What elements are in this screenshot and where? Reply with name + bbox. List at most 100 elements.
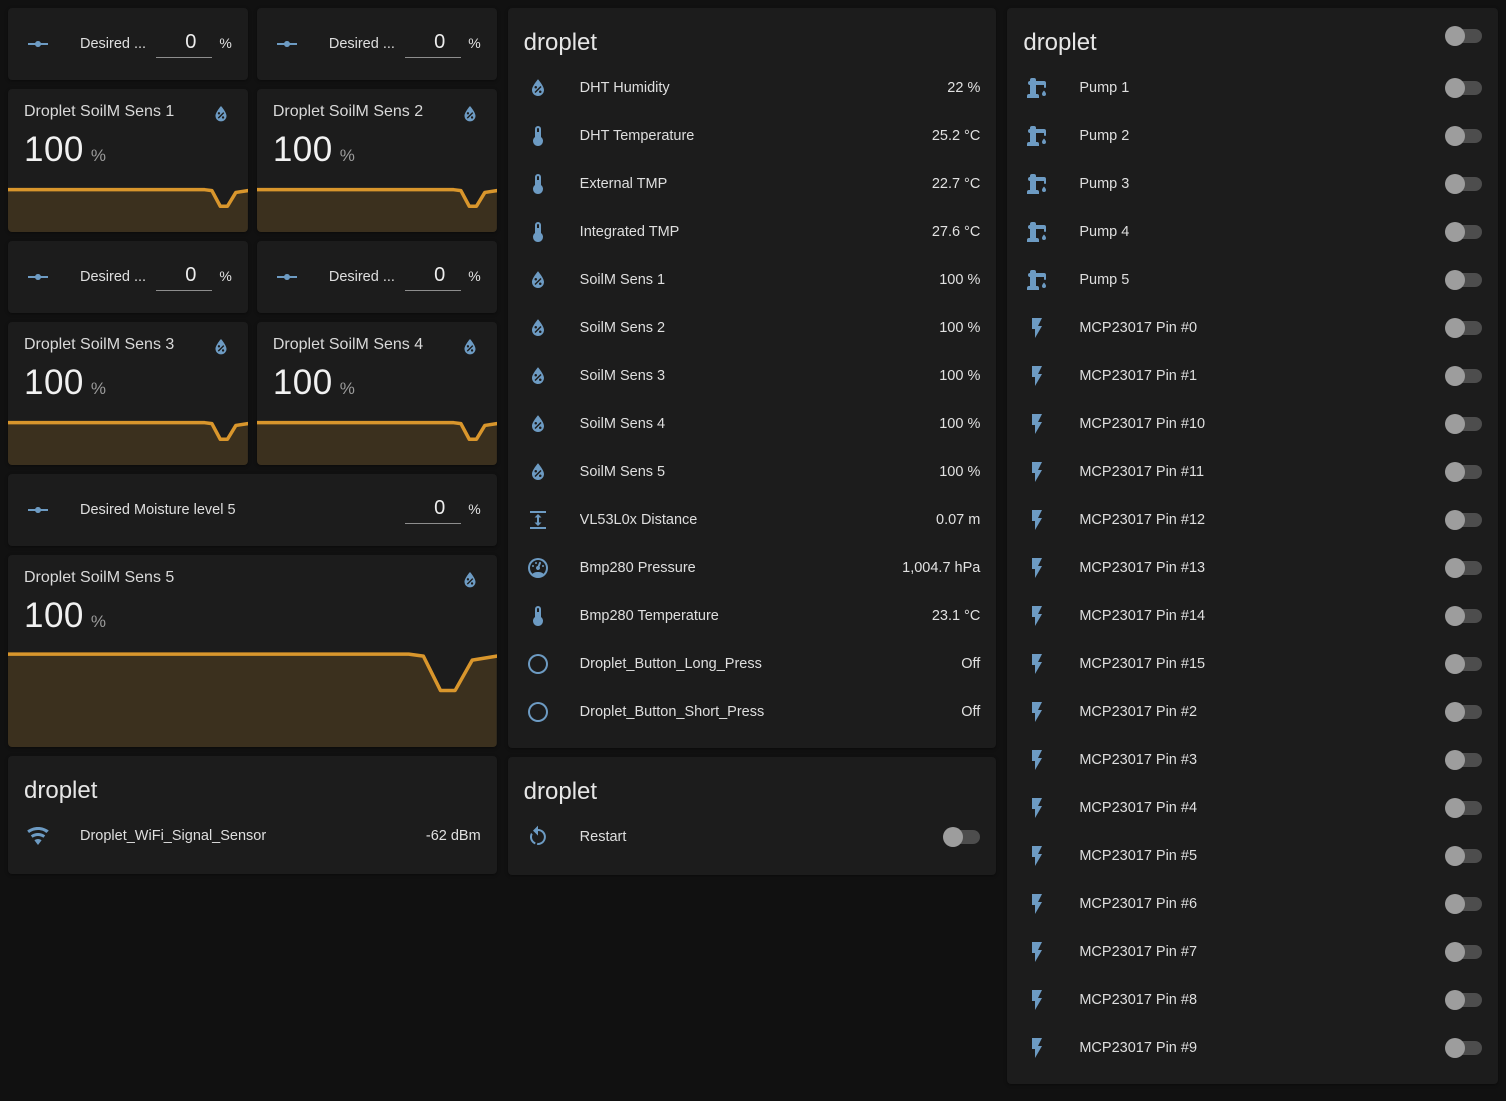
- toggle-switch[interactable]: [1445, 990, 1482, 1010]
- sensor-row-2: Droplet SoilM Sens 3 100 % Droplet SoilM…: [8, 322, 497, 465]
- entity-row: SoilM Sens 1 100 %: [508, 256, 997, 304]
- switch-icon: [1023, 844, 1063, 868]
- soil-sensor-card-2[interactable]: Droplet SoilM Sens 2 100 %: [257, 89, 497, 232]
- entity-label[interactable]: Restart: [580, 829, 932, 845]
- entity-label[interactable]: Desired Moisture level 5: [80, 502, 397, 518]
- desired-moisture-input-1[interactable]: [156, 31, 212, 58]
- unit-label: %: [219, 268, 231, 284]
- switch-row: MCP23017 Pin #1: [1007, 352, 1498, 400]
- entity-label[interactable]: Droplet_WiFi_Signal_Sensor: [80, 828, 414, 844]
- entity-label[interactable]: SoilM Sens 3: [580, 368, 928, 384]
- entity-label[interactable]: SoilM Sens 2: [580, 320, 928, 336]
- entity-label[interactable]: MCP23017 Pin #1: [1079, 368, 1433, 384]
- entity-label[interactable]: SoilM Sens 5: [580, 464, 928, 480]
- sensor-card-header: Droplet SoilM Sens 2: [273, 103, 481, 125]
- left-column: Desired ... % Desired ... % Droplet Soil…: [8, 8, 497, 1093]
- entity-icon: [524, 172, 564, 196]
- entity-label[interactable]: MCP23017 Pin #14: [1079, 608, 1433, 624]
- desired-moisture-input-4[interactable]: [405, 264, 461, 291]
- soil-sensor-card-1[interactable]: Droplet SoilM Sens 1 100 %: [8, 89, 248, 232]
- toggle-switch[interactable]: [1445, 702, 1482, 722]
- entity-label[interactable]: MCP23017 Pin #15: [1079, 656, 1433, 672]
- entity-label[interactable]: DHT Humidity: [580, 80, 936, 96]
- entity-label[interactable]: Bmp280 Pressure: [580, 560, 890, 576]
- entity-label[interactable]: SoilM Sens 4: [580, 416, 928, 432]
- toggle-switch[interactable]: [1445, 798, 1482, 818]
- entity-label[interactable]: Desired ...: [80, 269, 148, 285]
- toggle-switch[interactable]: [1445, 654, 1482, 674]
- switch-row: MCP23017 Pin #7: [1007, 928, 1498, 976]
- entity-icon: [524, 220, 564, 244]
- entity-label[interactable]: MCP23017 Pin #5: [1079, 848, 1433, 864]
- entity-label[interactable]: MCP23017 Pin #9: [1079, 1040, 1433, 1056]
- entity-value: -62 dBm: [426, 828, 481, 844]
- entity-label[interactable]: Droplet_Button_Long_Press: [580, 656, 950, 672]
- entity-label[interactable]: MCP23017 Pin #10: [1079, 416, 1433, 432]
- desired-moisture-input-2[interactable]: [405, 31, 461, 58]
- water-percent-icon: [459, 569, 481, 591]
- toggle-switch[interactable]: [1445, 78, 1482, 98]
- entity-label[interactable]: Desired ...: [329, 269, 397, 285]
- toggle-switch[interactable]: [1445, 318, 1482, 338]
- switch-row: Pump 5: [1007, 256, 1498, 304]
- soil-sensor-card-4[interactable]: Droplet SoilM Sens 4 100 %: [257, 322, 497, 465]
- entity-label[interactable]: MCP23017 Pin #13: [1079, 560, 1433, 576]
- entity-label[interactable]: Bmp280 Temperature: [580, 608, 920, 624]
- toggle-switch[interactable]: [1445, 846, 1482, 866]
- toggle-switch[interactable]: [1445, 1038, 1482, 1058]
- entity-label[interactable]: SoilM Sens 1: [580, 272, 928, 288]
- ray-vertex-icon: [24, 32, 64, 56]
- toggle-switch[interactable]: [1445, 894, 1482, 914]
- entity-label[interactable]: Pump 1: [1079, 80, 1433, 96]
- desired-moisture-input-3[interactable]: [156, 264, 212, 291]
- ray-vertex-icon: [24, 498, 64, 522]
- entity-label[interactable]: Desired ...: [329, 36, 397, 52]
- entity-label[interactable]: DHT Temperature: [580, 128, 920, 144]
- toggle-switch[interactable]: [1445, 606, 1482, 626]
- entity-label[interactable]: Droplet_Button_Short_Press: [580, 704, 950, 720]
- toggle-switch[interactable]: [1445, 174, 1482, 194]
- entity-value: 100 %: [939, 416, 980, 432]
- toggle-switch[interactable]: [1445, 942, 1482, 962]
- switch-row: MCP23017 Pin #10: [1007, 400, 1498, 448]
- entity-label[interactable]: Pump 4: [1079, 224, 1433, 240]
- ray-vertex-icon: [273, 32, 313, 56]
- toggle-switch[interactable]: [1445, 510, 1482, 530]
- toggle-switch[interactable]: [1445, 366, 1482, 386]
- toggle-switch[interactable]: [1445, 414, 1482, 434]
- toggle-switch[interactable]: [1445, 462, 1482, 482]
- entity-label[interactable]: MCP23017 Pin #12: [1079, 512, 1433, 528]
- toggle-switch[interactable]: [1445, 222, 1482, 242]
- entity-label[interactable]: MCP23017 Pin #3: [1079, 752, 1433, 768]
- switch-icon: [1023, 700, 1063, 724]
- entity-label[interactable]: Desired ...: [80, 36, 148, 52]
- entity-value: 0.07 m: [936, 512, 980, 528]
- entity-label[interactable]: VL53L0x Distance: [580, 512, 924, 528]
- entity-label[interactable]: External TMP: [580, 176, 920, 192]
- switch-row: MCP23017 Pin #4: [1007, 784, 1498, 832]
- entity-label[interactable]: Pump 3: [1079, 176, 1433, 192]
- entity-label[interactable]: MCP23017 Pin #7: [1079, 944, 1433, 960]
- toggle-switch[interactable]: [1445, 750, 1482, 770]
- restart-toggle[interactable]: [943, 827, 980, 847]
- entity-label[interactable]: Integrated TMP: [580, 224, 920, 240]
- entity-label[interactable]: Pump 5: [1079, 272, 1433, 288]
- entity-row: Droplet_Button_Long_Press Off: [508, 640, 997, 688]
- entity-label[interactable]: MCP23017 Pin #6: [1079, 896, 1433, 912]
- toggle-switch[interactable]: [1445, 558, 1482, 578]
- entity-label[interactable]: MCP23017 Pin #11: [1079, 464, 1433, 480]
- entity-label[interactable]: Pump 2: [1079, 128, 1433, 144]
- switch-row: MCP23017 Pin #0: [1007, 304, 1498, 352]
- entity-label[interactable]: MCP23017 Pin #4: [1079, 800, 1433, 816]
- toggle-all-switch[interactable]: [1445, 26, 1482, 46]
- entity-label[interactable]: MCP23017 Pin #8: [1079, 992, 1433, 1008]
- desired-moisture-input-5[interactable]: [405, 497, 461, 524]
- number-input-group: %: [156, 31, 231, 58]
- soil-sensor-card-5[interactable]: Droplet SoilM Sens 5 100 %: [8, 555, 497, 747]
- soil-sensor-card-3[interactable]: Droplet SoilM Sens 3 100 %: [8, 322, 248, 465]
- toggle-switch[interactable]: [1445, 126, 1482, 146]
- entity-label[interactable]: MCP23017 Pin #0: [1079, 320, 1433, 336]
- entity-label[interactable]: MCP23017 Pin #2: [1079, 704, 1433, 720]
- toggle-switch[interactable]: [1445, 270, 1482, 290]
- entity-value: 100 %: [939, 464, 980, 480]
